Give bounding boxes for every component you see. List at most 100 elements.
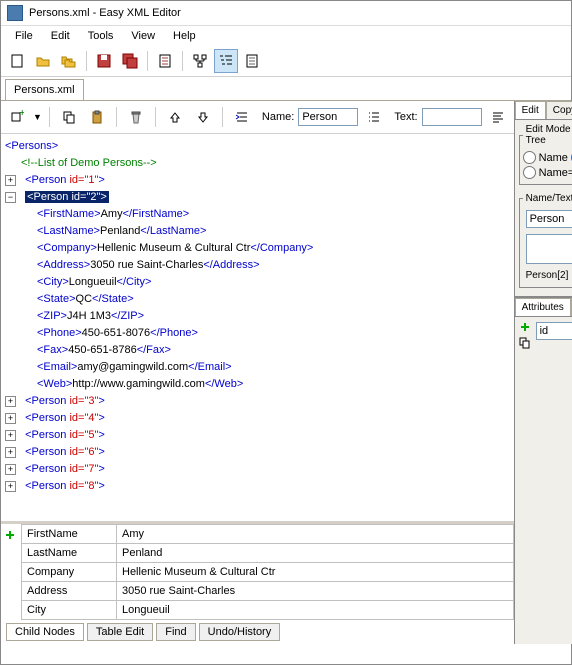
tree-node-email[interactable]: <Email>amy@gamingwild.com</Email>: [5, 359, 510, 376]
node-path: Person[2]: [523, 267, 572, 284]
tree-node-phone[interactable]: <Phone>450-651-8076</Phone>: [5, 325, 510, 342]
filetab-bar: Persons.xml: [1, 77, 571, 101]
document-button[interactable]: [153, 49, 177, 73]
text-field[interactable]: [526, 234, 572, 264]
tree-person-5[interactable]: + <Person id="5">: [5, 427, 510, 444]
tree-person-6[interactable]: + <Person id="6">: [5, 444, 510, 461]
tree-node-company[interactable]: <Company>Hellenic Museum & Cultural Ctr<…: [5, 240, 510, 257]
app-icon: [7, 5, 23, 21]
expander-icon[interactable]: +: [5, 430, 16, 441]
tree-node-lastname[interactable]: <LastName>Penland</LastName>: [5, 223, 510, 240]
tree-person-4[interactable]: + <Person id="4">: [5, 410, 510, 427]
table-row[interactable]: FirstNameAmy: [22, 525, 514, 544]
bottom-tabs: Child Nodes Table Edit Find Undo/History: [1, 620, 514, 644]
open-file-button[interactable]: [31, 49, 55, 73]
right-tab-attributes[interactable]: Attributes: [515, 298, 571, 316]
child-nodes-table[interactable]: FirstNameAmyLastNamePenlandCompanyHellen…: [21, 524, 514, 620]
indent-button[interactable]: [230, 105, 254, 129]
child-name[interactable]: LastName: [22, 544, 117, 563]
xml-tree[interactable]: <Persons><!--List of Demo Persons-->+ <P…: [1, 134, 514, 521]
save-button[interactable]: [92, 49, 116, 73]
copy-attr-button[interactable]: [517, 335, 533, 351]
svg-text:+: +: [19, 110, 24, 119]
expander-icon[interactable]: +: [5, 175, 16, 186]
expander-icon[interactable]: +: [5, 464, 16, 475]
menu-edit[interactable]: Edit: [43, 28, 78, 44]
child-value[interactable]: Hellenic Museum & Cultural Ctr: [117, 563, 514, 582]
expander-icon[interactable]: +: [5, 447, 16, 458]
add-child-button[interactable]: [1, 526, 19, 544]
align-button[interactable]: [486, 105, 510, 129]
tree-node-state[interactable]: <State>QC</State>: [5, 291, 510, 308]
expander-icon[interactable]: −: [5, 192, 16, 203]
main-toolbar: [1, 46, 571, 77]
menu-help[interactable]: Help: [165, 28, 204, 44]
tree-node-web[interactable]: <Web>http://www.gamingwild.com</Web>: [5, 376, 510, 393]
move-down-button[interactable]: [191, 105, 215, 129]
table-row[interactable]: LastNamePenland: [22, 544, 514, 563]
add-attr-button[interactable]: [517, 319, 533, 335]
tree-node-city[interactable]: <City>Longueuil</City>: [5, 274, 510, 291]
file-tab[interactable]: Persons.xml: [5, 79, 84, 100]
child-value[interactable]: Amy: [117, 525, 514, 544]
list-view-button[interactable]: [214, 49, 238, 73]
child-value[interactable]: Penland: [117, 544, 514, 563]
right-tab-edit[interactable]: Edit: [515, 101, 546, 119]
table-row[interactable]: Address3050 rue Saint-Charles: [22, 582, 514, 601]
tab-undo-history[interactable]: Undo/History: [199, 623, 281, 641]
tree-person-7[interactable]: + <Person id="7">: [5, 461, 510, 478]
tab-find[interactable]: Find: [156, 623, 195, 641]
list-icon-button[interactable]: [362, 105, 386, 129]
attr-name-field[interactable]: [536, 322, 572, 340]
tree-node-address[interactable]: <Address>3050 rue Saint-Charles</Address…: [5, 257, 510, 274]
tree-comment[interactable]: <!--List of Demo Persons-->: [5, 155, 510, 172]
tree-toolbar: + ▼ Name: Text:: [1, 101, 514, 134]
save-all-button[interactable]: [118, 49, 142, 73]
menu-tools[interactable]: Tools: [80, 28, 122, 44]
move-up-button[interactable]: [163, 105, 187, 129]
tree-person-1[interactable]: + <Person id="1">: [5, 172, 510, 189]
expander-icon[interactable]: +: [5, 396, 16, 407]
name-input[interactable]: [298, 108, 358, 126]
window-title: Persons.xml - Easy XML Editor: [29, 7, 181, 19]
tree-node-fax[interactable]: <Fax>450-651-8786</Fax>: [5, 342, 510, 359]
name-label: Name:: [262, 111, 294, 123]
tree-person-2[interactable]: − <Person id="2">: [5, 189, 510, 206]
titlebar: Persons.xml - Easy XML Editor: [1, 1, 571, 26]
child-value[interactable]: Longueuil: [117, 601, 514, 620]
tab-child-nodes[interactable]: Child Nodes: [6, 623, 84, 641]
new-file-button[interactable]: [5, 49, 29, 73]
new-node-button[interactable]: +: [5, 105, 29, 129]
child-name[interactable]: City: [22, 601, 117, 620]
edit-mode-legend: Edit Mode in Tree: [523, 124, 572, 146]
tab-table-edit[interactable]: Table Edit: [87, 623, 153, 641]
name-field[interactable]: [526, 210, 572, 228]
text-view-button[interactable]: [240, 49, 264, 73]
table-row[interactable]: CompanyHellenic Museum & Cultural Ctr: [22, 563, 514, 582]
open-files-button[interactable]: [57, 49, 81, 73]
delete-node-button[interactable]: [124, 105, 148, 129]
menu-view[interactable]: View: [123, 28, 163, 44]
child-name[interactable]: Company: [22, 563, 117, 582]
radio-nametext[interactable]: [523, 166, 536, 179]
copy-node-button[interactable]: [57, 105, 81, 129]
tree-person-3[interactable]: + <Person id="3">: [5, 393, 510, 410]
radio-name[interactable]: [523, 151, 536, 164]
tree-root[interactable]: <Persons>: [5, 138, 510, 155]
child-value[interactable]: 3050 rue Saint-Charles: [117, 582, 514, 601]
right-tab-copypaste[interactable]: Copy/Paste: [546, 101, 572, 119]
menu-file[interactable]: File: [7, 28, 41, 44]
tree-node-zip[interactable]: <ZIP>J4H 1M3</ZIP>: [5, 308, 510, 325]
child-name[interactable]: FirstName: [22, 525, 117, 544]
text-label: Text:: [394, 111, 417, 123]
expander-icon[interactable]: +: [5, 413, 16, 424]
expander-icon[interactable]: +: [5, 481, 16, 492]
name-text-legend: Name/Text Cont: [523, 193, 572, 204]
text-input[interactable]: [422, 108, 482, 126]
tree-node-firstname[interactable]: <FirstName>Amy</FirstName>: [5, 206, 510, 223]
tree-view-button[interactable]: [188, 49, 212, 73]
table-row[interactable]: CityLongueuil: [22, 601, 514, 620]
paste-node-button[interactable]: [85, 105, 109, 129]
tree-person-8[interactable]: + <Person id="8">: [5, 478, 510, 495]
child-name[interactable]: Address: [22, 582, 117, 601]
